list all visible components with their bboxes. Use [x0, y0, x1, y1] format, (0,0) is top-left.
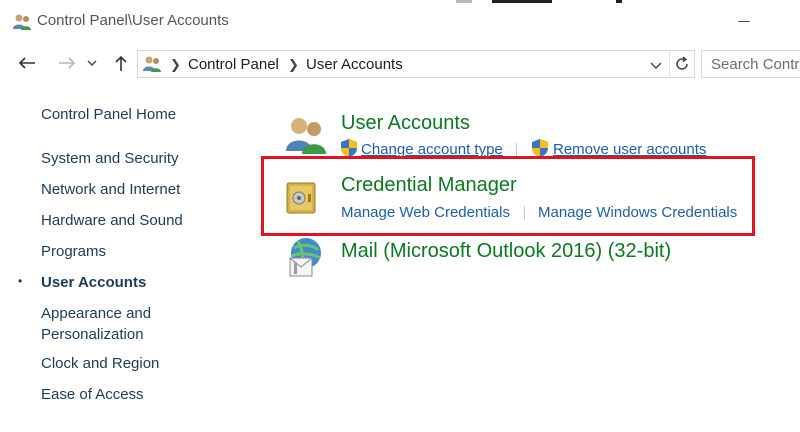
breadcrumb-user-accounts[interactable]: User Accounts [306, 56, 403, 73]
sidebar-item-system-and-security[interactable]: System and Security [41, 148, 179, 169]
sidebar-item-appearance-line1[interactable]: Appearance and [41, 303, 151, 324]
breadcrumb-separator-icon: ❯ [170, 57, 181, 72]
address-bar[interactable]: ❯ Control Panel ❯ User Accounts [137, 50, 695, 78]
window-title: Control Panel\User Accounts [37, 12, 229, 29]
user-accounts-icon [13, 14, 31, 30]
up-arrow-icon [115, 55, 127, 71]
sidebar-item-appearance-line2[interactable]: Personalization [41, 324, 144, 345]
search-box[interactable] [701, 50, 800, 78]
breadcrumb-control-panel[interactable]: Control Panel [188, 56, 279, 73]
address-dropdown-icon[interactable] [648, 57, 664, 73]
navigation-bar: ❯ Control Panel ❯ User Accounts [0, 44, 800, 82]
sidebar-item-ease-of-access[interactable]: Ease of Access [41, 384, 144, 405]
title-bar: Control Panel\User Accounts [0, 0, 800, 44]
sidebar-item-programs[interactable]: Programs [41, 241, 106, 262]
chevron-down-icon [87, 60, 97, 66]
sidebar-item-control-panel-home[interactable]: Control Panel Home [41, 104, 176, 125]
back-button[interactable] [14, 50, 40, 76]
mail-icon [289, 238, 321, 277]
sidebar-item-user-accounts[interactable]: User Accounts [41, 272, 146, 293]
recent-locations-button[interactable] [84, 50, 100, 76]
user-accounts-icon [286, 118, 326, 154]
up-button[interactable] [108, 50, 134, 76]
search-input[interactable] [702, 51, 800, 77]
refresh-icon[interactable] [672, 54, 692, 74]
uac-shield-icon [532, 139, 548, 157]
breadcrumb-separator-icon: ❯ [288, 57, 299, 72]
sidebar-item-clock-and-region[interactable]: Clock and Region [41, 353, 159, 374]
forward-arrow-icon [59, 57, 76, 69]
user-accounts-heading[interactable]: User Accounts [341, 112, 470, 135]
sidebar-item-network-and-internet[interactable]: Network and Internet [41, 179, 180, 200]
minimize-button[interactable] [738, 21, 750, 22]
mail-heading[interactable]: Mail (Microsoft Outlook 2016) (32-bit) [341, 240, 671, 263]
sidebar-item-hardware-and-sound[interactable]: Hardware and Sound [41, 210, 183, 231]
uac-shield-icon [341, 139, 357, 157]
forward-button[interactable] [54, 50, 80, 76]
title-bar-artifact [456, 0, 622, 3]
highlight-box [261, 156, 755, 236]
user-accounts-icon [143, 56, 161, 72]
back-arrow-icon [18, 57, 35, 69]
active-item-bullet: • [18, 274, 23, 288]
